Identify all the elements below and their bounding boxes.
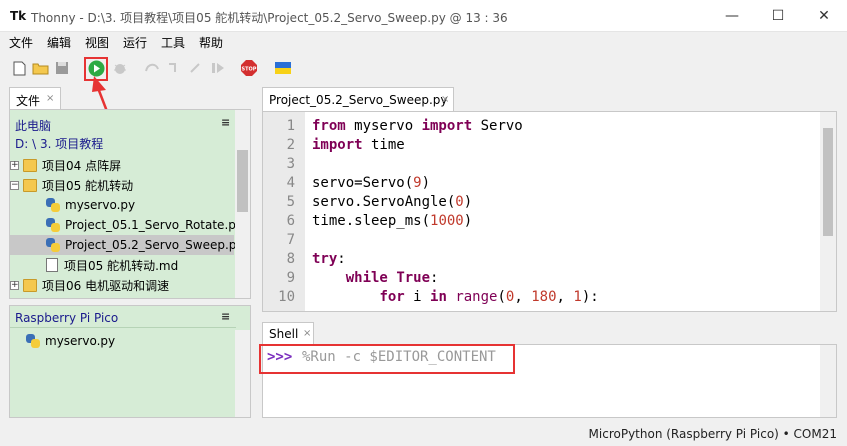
step-out-icon[interactable] xyxy=(187,59,205,77)
code-line: time.sleep_ms(1000) xyxy=(312,213,473,229)
pico-panel-title: Raspberry Pi Pico xyxy=(15,311,119,325)
code-line: servo=Servo(9) xyxy=(312,175,431,191)
this-pc-label[interactable]: 此电脑 xyxy=(15,117,51,134)
menu-tools[interactable]: 工具 xyxy=(161,34,185,51)
stop-icon[interactable]: STOP xyxy=(240,59,258,77)
step-into-icon[interactable] xyxy=(165,59,183,77)
tree-item-label: 项目05 舵机转动.md xyxy=(64,258,179,273)
code-line: from myservo import Servo xyxy=(312,118,523,134)
code-line: try: xyxy=(312,251,346,267)
text-file-icon xyxy=(46,258,58,272)
line-number: 7 xyxy=(286,232,295,248)
line-number: 8 xyxy=(286,251,295,267)
tree-row-file[interactable]: 项目05 舵机转动.md xyxy=(46,255,178,275)
folder-icon xyxy=(23,278,37,292)
interpreter-status[interactable]: MicroPython (Raspberry Pi Pico) • COM21 xyxy=(589,427,837,441)
files-tab-close-icon[interactable]: × xyxy=(46,93,54,104)
pico-file-row[interactable]: myservo.py xyxy=(26,331,115,351)
files-scrollbar[interactable] xyxy=(235,110,250,298)
line-number: 6 xyxy=(286,213,295,229)
editor-scrollbar-thumb[interactable] xyxy=(823,128,833,236)
line-number: 9 xyxy=(286,270,295,286)
tree-row-file-selected[interactable]: Project_05.2_Servo_Sweep.py xyxy=(46,235,244,255)
line-number: 2 xyxy=(286,137,295,153)
tree-row-folder[interactable]: − 项目05 舵机转动 xyxy=(10,175,133,195)
open-folder-icon[interactable] xyxy=(31,59,49,77)
divider xyxy=(10,327,236,328)
save-icon[interactable] xyxy=(53,59,71,77)
expand-icon[interactable]: + xyxy=(10,160,19,170)
maximize-button[interactable]: ☐ xyxy=(755,0,801,32)
shell-tab-close-icon[interactable]: × xyxy=(303,328,311,339)
code-line: while True: xyxy=(345,270,439,286)
shell-command-highlight xyxy=(259,344,515,374)
menu-view[interactable]: 视图 xyxy=(85,34,109,51)
files-tab-label: 文件 xyxy=(16,94,41,108)
pico-menu-icon[interactable]: ≡ xyxy=(221,310,230,323)
tab-editor[interactable]: Project_05.2_Servo_Sweep.py × xyxy=(262,87,454,111)
new-file-icon[interactable] xyxy=(10,59,28,77)
code-line: for i in range(0, 180, 1): xyxy=(379,289,599,305)
tree-row-folder[interactable]: + 项目04 点阵屏 xyxy=(10,155,121,175)
minimize-button[interactable]: — xyxy=(709,0,755,32)
expand-icon[interactable]: + xyxy=(10,280,19,290)
folder-icon xyxy=(23,158,37,172)
pico-scrollbar[interactable] xyxy=(235,330,250,417)
python-file-icon xyxy=(46,218,60,232)
python-file-icon xyxy=(46,198,60,212)
tree-item-label: 项目06 电机驱动和调速 xyxy=(42,278,170,293)
shell-tab-label: Shell xyxy=(269,327,299,341)
status-bar: MicroPython (Raspberry Pi Pico) • COM21 xyxy=(0,422,847,446)
ukraine-flag-icon[interactable] xyxy=(274,59,292,77)
code-line: import time xyxy=(312,137,405,153)
menu-bar: 文件 编辑 视图 运行 工具 帮助 xyxy=(0,32,847,52)
editor-tab-close-icon[interactable]: × xyxy=(441,94,449,105)
shell-scrollbar[interactable] xyxy=(820,345,836,417)
editor-scrollbar[interactable] xyxy=(820,112,836,311)
line-number: 10 xyxy=(278,289,295,305)
folder-icon xyxy=(23,178,37,192)
resume-icon[interactable] xyxy=(209,59,227,77)
python-file-icon xyxy=(26,334,40,348)
current-path[interactable]: D: \ 3. 项目教程 xyxy=(15,135,103,152)
tab-files[interactable]: 文件 × xyxy=(9,87,61,109)
tree-row-file[interactable]: Project_05.1_Servo_Rotate.py xyxy=(46,215,243,235)
line-number: 5 xyxy=(286,194,295,210)
line-number: 4 xyxy=(286,175,295,191)
thonny-logo-icon: Tk xyxy=(10,9,27,23)
tree-row-folder[interactable]: + 项目06 电机驱动和调速 xyxy=(10,275,169,295)
menu-run[interactable]: 运行 xyxy=(123,34,147,51)
tree-item-label: Project_05.2_Servo_Sweep.py xyxy=(65,238,244,252)
tree-row-file[interactable]: myservo.py xyxy=(46,195,135,215)
svg-text:STOP: STOP xyxy=(242,67,257,73)
tree-item-label: 项目05 舵机转动 xyxy=(42,178,134,193)
window-title: Thonny - D:\3. 项目教程\项目05 舵机转动\Project_05… xyxy=(31,11,508,25)
close-window-button[interactable]: ✕ xyxy=(801,0,847,32)
menu-edit[interactable]: 编辑 xyxy=(47,34,71,51)
tree-item-label: 项目04 点阵屏 xyxy=(42,158,122,173)
pico-file-label: myservo.py xyxy=(45,334,116,348)
tree-item-label: myservo.py xyxy=(65,198,136,212)
line-number: 3 xyxy=(286,156,295,172)
collapse-icon[interactable]: − xyxy=(10,180,19,190)
editor-tab-label: Project_05.2_Servo_Sweep.py xyxy=(269,93,448,107)
line-number: 1 xyxy=(286,118,295,134)
menu-help[interactable]: 帮助 xyxy=(199,34,223,51)
code-line: servo.ServoAngle(0) xyxy=(312,194,473,210)
files-menu-icon[interactable]: ≡ xyxy=(221,116,230,129)
menu-file[interactable]: 文件 xyxy=(9,34,33,51)
tab-shell[interactable]: Shell × xyxy=(262,322,314,344)
step-over-icon[interactable] xyxy=(143,59,161,77)
tree-item-label: Project_05.1_Servo_Rotate.py xyxy=(65,218,243,232)
files-scrollbar-thumb[interactable] xyxy=(237,150,248,212)
python-file-icon xyxy=(46,238,60,252)
